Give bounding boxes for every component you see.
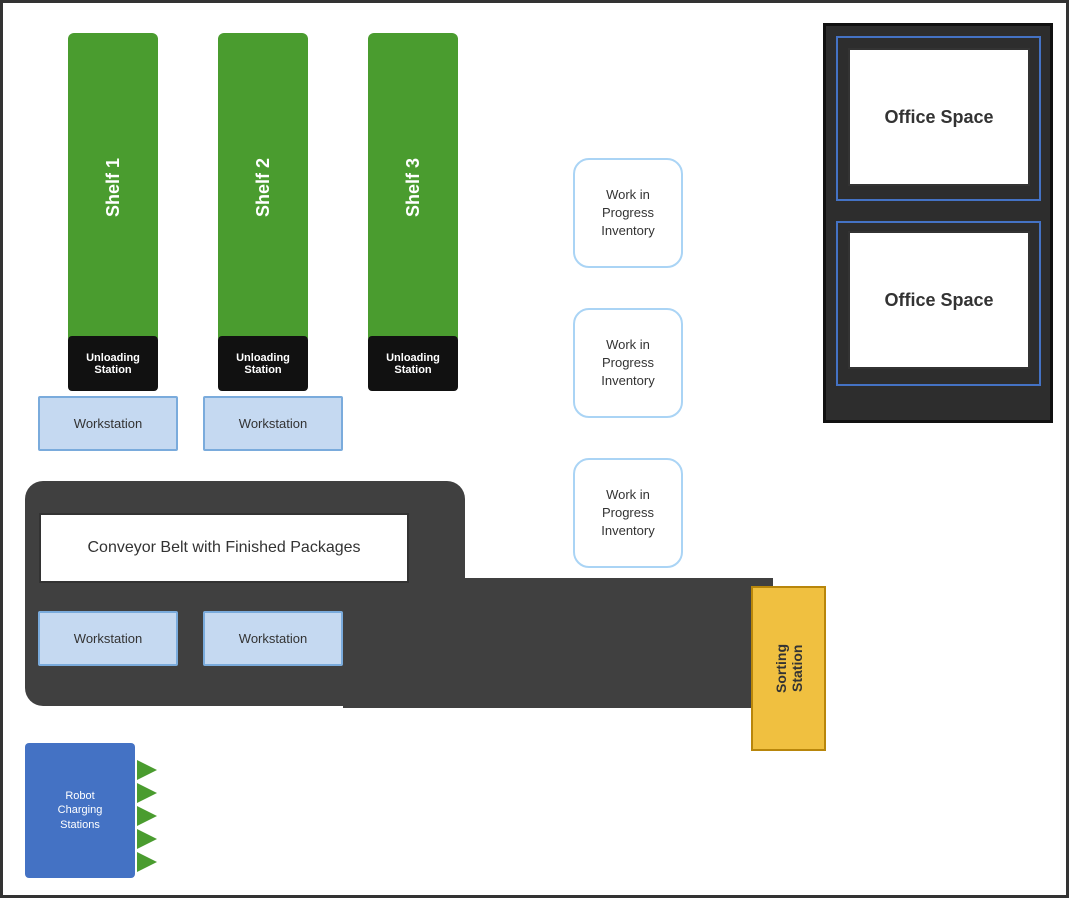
shelf-1-label: Shelf 1 [103, 158, 124, 217]
robot-charging-label: RobotChargingStations [58, 789, 103, 832]
workstation-2-label: Workstation [239, 416, 307, 431]
workstation-1-label: Workstation [74, 416, 142, 431]
shelf-1: Shelf 1 [68, 33, 158, 343]
sorting-station-label: SortingStation [773, 644, 805, 693]
sorting-station: SortingStation [751, 586, 826, 751]
workstation-4-label: Workstation [239, 631, 307, 646]
workstation-1: Workstation [38, 396, 178, 451]
unloading-station-1: UnloadingStation [68, 336, 158, 391]
wip-box-1: Work inProgressInventory [573, 158, 683, 268]
wip-box-3-label: Work inProgressInventory [601, 486, 654, 541]
conveyor-belt-label-box: Conveyor Belt with Finished Packages [39, 513, 409, 583]
shelf-3: Shelf 3 [368, 33, 458, 343]
workstation-3-label: Workstation [74, 631, 142, 646]
unloading-station-3: UnloadingStation [368, 336, 458, 391]
conveyor-belt-extension [343, 578, 773, 708]
unloading-station-3-label: UnloadingStation [386, 352, 440, 376]
robot-arrow-5 [137, 852, 157, 872]
robot-arrow-1 [137, 760, 157, 780]
wip-box-3: Work inProgressInventory [573, 458, 683, 568]
wip-box-2-label: Work inProgressInventory [601, 336, 654, 391]
robot-arrow-2 [137, 783, 157, 803]
office-box-1-label: Office Space [884, 107, 993, 128]
unloading-station-2-label: UnloadingStation [236, 352, 290, 376]
unloading-station-2: UnloadingStation [218, 336, 308, 391]
workstation-3: Workstation [38, 611, 178, 666]
office-box-2-label: Office Space [884, 290, 993, 311]
workstation-4: Workstation [203, 611, 343, 666]
office-box-2: Office Space [848, 231, 1030, 369]
warehouse-diagram: Shelf 1 Shelf 2 Shelf 3 UnloadingStation… [0, 0, 1069, 898]
unloading-station-1-label: UnloadingStation [86, 352, 140, 376]
robot-charging-stations: RobotChargingStations [25, 743, 135, 878]
office-box-1: Office Space [848, 48, 1030, 186]
shelf-2-label: Shelf 2 [253, 158, 274, 217]
wip-box-1-label: Work inProgressInventory [601, 186, 654, 241]
shelf-2: Shelf 2 [218, 33, 308, 343]
wip-box-2: Work inProgressInventory [573, 308, 683, 418]
workstation-2: Workstation [203, 396, 343, 451]
robot-arrow-3 [137, 806, 157, 826]
shelf-3-label: Shelf 3 [403, 158, 424, 217]
robot-arrow-4 [137, 829, 157, 849]
conveyor-belt-label: Conveyor Belt with Finished Packages [87, 539, 360, 557]
